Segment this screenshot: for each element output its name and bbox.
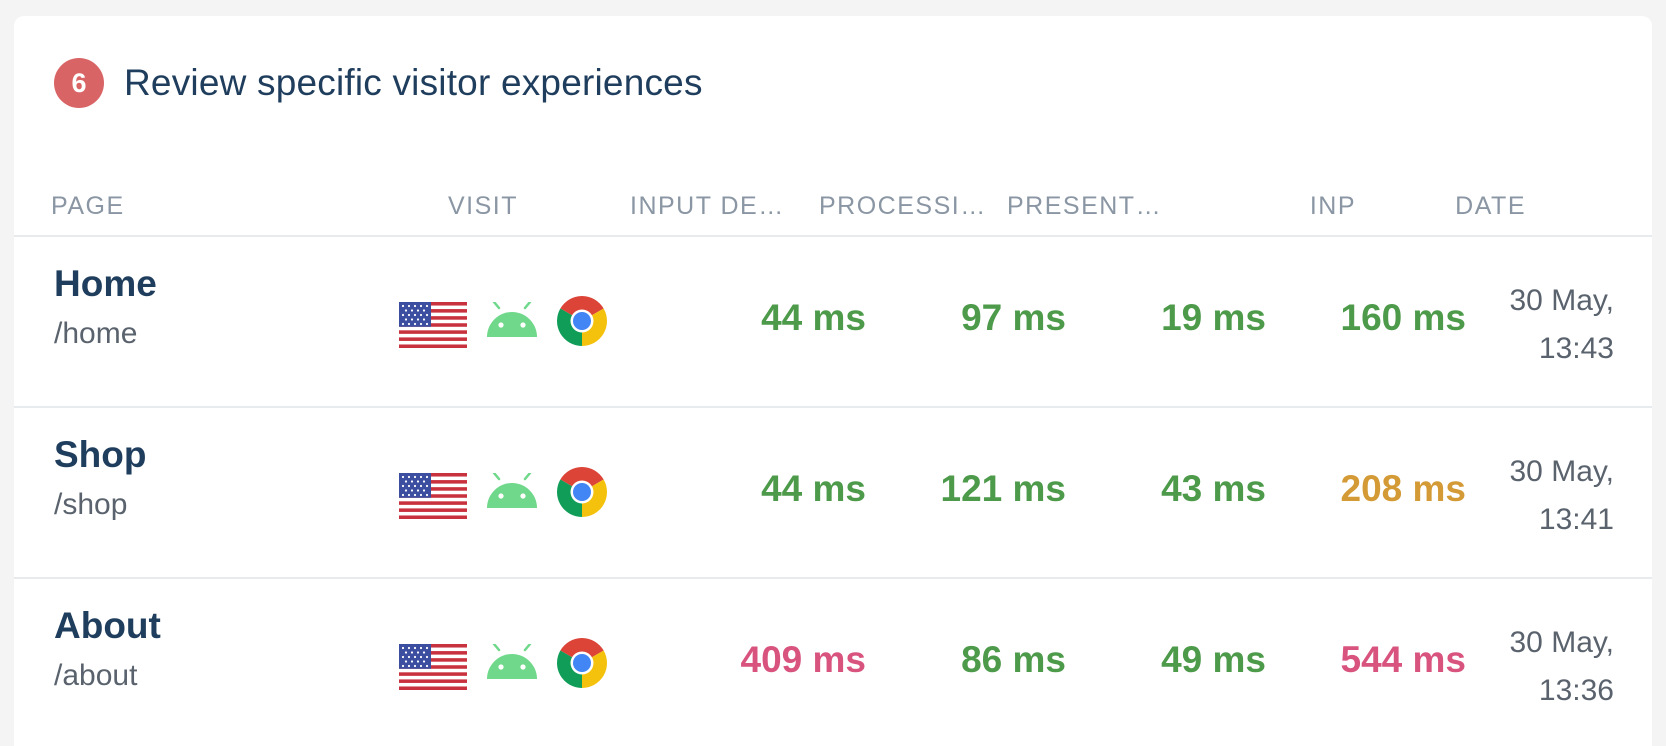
chrome-icon bbox=[556, 637, 608, 689]
column-header-page[interactable]: PAGE bbox=[51, 186, 201, 226]
processing-value: 121 ms bbox=[940, 468, 1067, 509]
inp-value: 208 ms bbox=[1340, 468, 1467, 509]
page-path: /home bbox=[54, 317, 138, 350]
table-row[interactable]: Home /home 44 ms 97 ms 19 ms 160 ms 30 M… bbox=[14, 237, 1652, 407]
column-header-inp[interactable]: INP bbox=[1236, 186, 1356, 226]
presentation-value: 19 ms bbox=[1161, 297, 1266, 338]
android-icon bbox=[486, 302, 538, 338]
card-title: Review specific visitor experiences bbox=[124, 62, 703, 103]
visit-date-day: 30 May, bbox=[1509, 284, 1615, 317]
input-delay-value: 44 ms bbox=[761, 468, 866, 509]
visit-date-time: 13:43 bbox=[1538, 332, 1614, 365]
page-path: /shop bbox=[54, 488, 128, 521]
column-header-processing[interactable]: PROCESSI… bbox=[819, 186, 989, 226]
table-row[interactable]: About /about 409 ms 86 ms 49 ms 544 ms 3… bbox=[14, 579, 1652, 746]
page-path: /about bbox=[54, 659, 138, 692]
chrome-icon bbox=[556, 466, 608, 518]
column-header-date[interactable]: DATE bbox=[1406, 186, 1526, 226]
inp-value: 544 ms bbox=[1340, 639, 1467, 680]
visit-date-time: 13:36 bbox=[1538, 674, 1614, 707]
page-name: About bbox=[54, 605, 161, 646]
us-flag-icon bbox=[399, 302, 467, 348]
presentation-value: 43 ms bbox=[1161, 468, 1266, 509]
presentation-value: 49 ms bbox=[1161, 639, 1266, 680]
android-icon bbox=[486, 644, 538, 680]
column-header-visit[interactable]: VISIT bbox=[448, 186, 568, 226]
us-flag-icon bbox=[399, 644, 467, 690]
us-flag-icon bbox=[399, 473, 467, 519]
android-icon bbox=[486, 473, 538, 509]
processing-value: 97 ms bbox=[961, 297, 1066, 338]
visitor-experiences-card: 6 Review specific visitor experiences PA… bbox=[14, 16, 1652, 746]
column-header-input-delay[interactable]: INPUT DE… bbox=[630, 186, 800, 226]
visit-date: 30 May, 13:43 bbox=[1510, 277, 1615, 373]
visit-date: 30 May, 13:41 bbox=[1510, 448, 1615, 544]
visit-date-time: 13:41 bbox=[1538, 503, 1614, 536]
column-header-presentation[interactable]: PRESENT… bbox=[1007, 186, 1167, 226]
chrome-icon bbox=[556, 295, 608, 347]
input-delay-value: 44 ms bbox=[761, 297, 866, 338]
input-delay-value: 409 ms bbox=[740, 639, 867, 680]
processing-value: 86 ms bbox=[961, 639, 1066, 680]
visit-date-day: 30 May, bbox=[1509, 455, 1615, 488]
visit-date-day: 30 May, bbox=[1509, 626, 1615, 659]
inp-value: 160 ms bbox=[1340, 297, 1467, 338]
table-row[interactable]: Shop /shop 44 ms 121 ms 43 ms 208 ms 30 … bbox=[14, 408, 1652, 578]
page-name: Shop bbox=[54, 434, 147, 475]
page-name: Home bbox=[54, 263, 157, 304]
card-header: 6 Review specific visitor experiences bbox=[54, 58, 703, 108]
visit-date: 30 May, 13:36 bbox=[1510, 619, 1615, 715]
step-number-badge: 6 bbox=[54, 58, 104, 108]
